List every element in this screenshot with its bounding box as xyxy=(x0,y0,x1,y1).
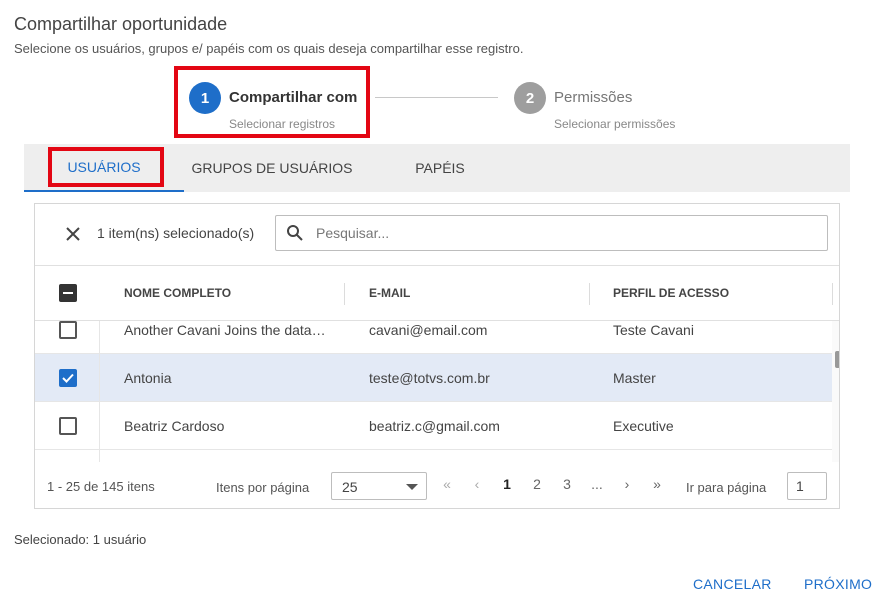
step-connector xyxy=(375,97,498,98)
page-ellipsis[interactable]: ... xyxy=(587,476,607,492)
page-button-2[interactable]: 2 xyxy=(527,476,547,492)
cell-profile: Master xyxy=(613,370,656,386)
row-checkbox[interactable] xyxy=(59,321,77,339)
column-header-profile[interactable]: PERFIL DE ACESSO xyxy=(613,266,729,320)
tab-grupos-de-usuarios[interactable]: GRUPOS DE USUÁRIOS xyxy=(184,144,360,192)
table-header: NOME COMPLETO E-MAIL PERFIL DE ACESSO xyxy=(35,265,839,321)
column-divider xyxy=(344,283,345,305)
goto-page-label: Ir para página xyxy=(686,480,767,495)
goto-page-input[interactable] xyxy=(787,472,827,500)
row-checkbox[interactable] xyxy=(59,417,77,435)
next-page-button[interactable]: › xyxy=(617,476,637,492)
scrollbar-track[interactable] xyxy=(832,321,839,466)
selected-count: 1 item(ns) selecionado(s) xyxy=(97,225,255,241)
checkbox-cell xyxy=(35,321,100,354)
step-2-title[interactable]: Permissões xyxy=(554,89,632,106)
users-table-card: 1 item(ns) selecionado(s) NOME COMPLETO … xyxy=(34,203,840,509)
prev-page-button[interactable]: ‹ xyxy=(467,476,487,492)
items-per-page-value: 25 xyxy=(342,479,358,495)
search-box[interactable] xyxy=(275,215,828,251)
step-2-subtitle: Selecionar permissões xyxy=(554,117,676,131)
next-button[interactable]: PRÓXIMO xyxy=(804,576,872,592)
cell-profile: Teste Cavani xyxy=(613,322,694,338)
column-divider xyxy=(832,283,833,305)
cell-profile: Executive xyxy=(613,418,674,434)
cell-email: cavani@email.com xyxy=(369,322,488,338)
step-1-subtitle: Selecionar registros xyxy=(229,117,336,131)
step-1-circle[interactable]: 1 xyxy=(189,82,221,114)
selected-summary: Selecionado: 1 usuário xyxy=(14,532,147,547)
checkbox-cell xyxy=(35,402,100,450)
step-1-title[interactable]: Compartilhar com xyxy=(229,89,357,106)
highlight-box-tab xyxy=(48,147,164,187)
cell-email: teste@totvs.com.br xyxy=(369,370,490,386)
table-body: Another Cavani Joins the data… cavani@em… xyxy=(35,321,832,466)
column-divider xyxy=(589,283,590,305)
cell-name: Antonia xyxy=(124,370,172,386)
pagination-range: 1 - 25 de 145 itens xyxy=(47,479,155,494)
search-icon xyxy=(287,225,303,241)
search-input[interactable] xyxy=(316,216,816,250)
step-2-circle[interactable]: 2 xyxy=(514,82,546,114)
minus-icon xyxy=(63,292,73,294)
table-row[interactable]: Antonia teste@totvs.com.br Master xyxy=(35,354,832,402)
page-subtitle: Selecione os usuários, grupos e/ papéis … xyxy=(14,41,524,56)
items-per-page-label: Itens por página xyxy=(216,480,310,495)
table-row[interactable]: Beatriz Cardoso beatriz.c@gmail.com Exec… xyxy=(35,402,832,450)
close-icon[interactable] xyxy=(63,224,83,244)
page-button-3[interactable]: 3 xyxy=(557,476,577,492)
cell-name: Beatriz Cardoso xyxy=(124,418,225,434)
column-header-email[interactable]: E-MAIL xyxy=(369,266,410,320)
column-header-name[interactable]: NOME COMPLETO xyxy=(124,266,231,320)
page-button-1[interactable]: 1 xyxy=(497,476,517,492)
row-checkbox[interactable] xyxy=(59,369,77,387)
check-icon xyxy=(62,373,74,383)
tab-papeis[interactable]: PAPÉIS xyxy=(360,144,520,192)
cell-name: Another Cavani Joins the data… xyxy=(124,322,326,338)
first-page-button[interactable]: « xyxy=(437,476,457,492)
checkbox-cell xyxy=(35,354,100,402)
caret-down-icon xyxy=(406,484,418,490)
page-title: Compartilhar oportunidade xyxy=(14,14,228,34)
select-all-checkbox[interactable] xyxy=(59,284,77,302)
cell-email: beatriz.c@gmail.com xyxy=(369,418,500,434)
pagination-bar: 1 - 25 de 145 itens Itens por página 25 … xyxy=(35,462,839,508)
last-page-button[interactable]: » xyxy=(647,476,667,492)
scrollbar-thumb[interactable] xyxy=(835,351,839,368)
cancel-button[interactable]: CANCELAR xyxy=(693,576,772,592)
table-row[interactable]: Another Cavani Joins the data… cavani@em… xyxy=(35,321,832,354)
items-per-page-select[interactable]: 25 xyxy=(331,472,427,500)
